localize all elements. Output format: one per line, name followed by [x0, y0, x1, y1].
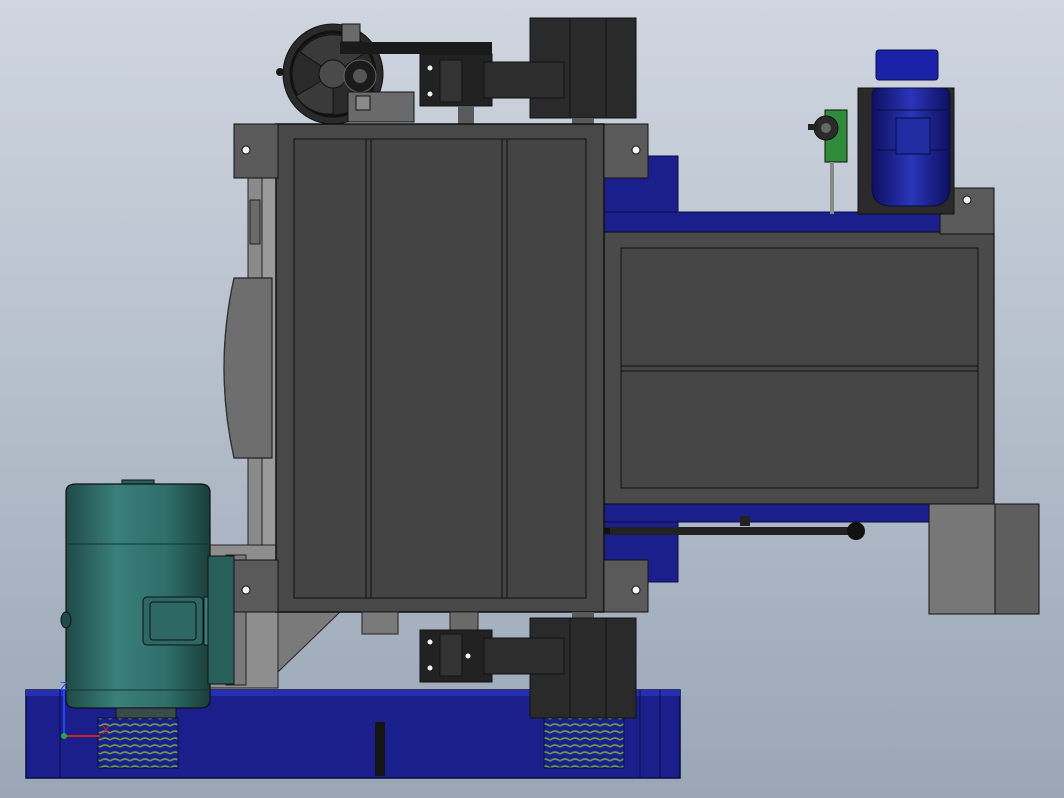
cad-model-drawing: Z X: [0, 0, 1064, 798]
main-housing: [233, 123, 649, 635]
triad-z-label: Z: [60, 680, 68, 693]
cad-viewport[interactable]: Z X: [0, 0, 1064, 798]
spring-left: [97, 717, 179, 769]
triad-x-label: X: [102, 724, 110, 737]
main-motor: [60, 479, 235, 719]
spring-right: [543, 717, 625, 769]
